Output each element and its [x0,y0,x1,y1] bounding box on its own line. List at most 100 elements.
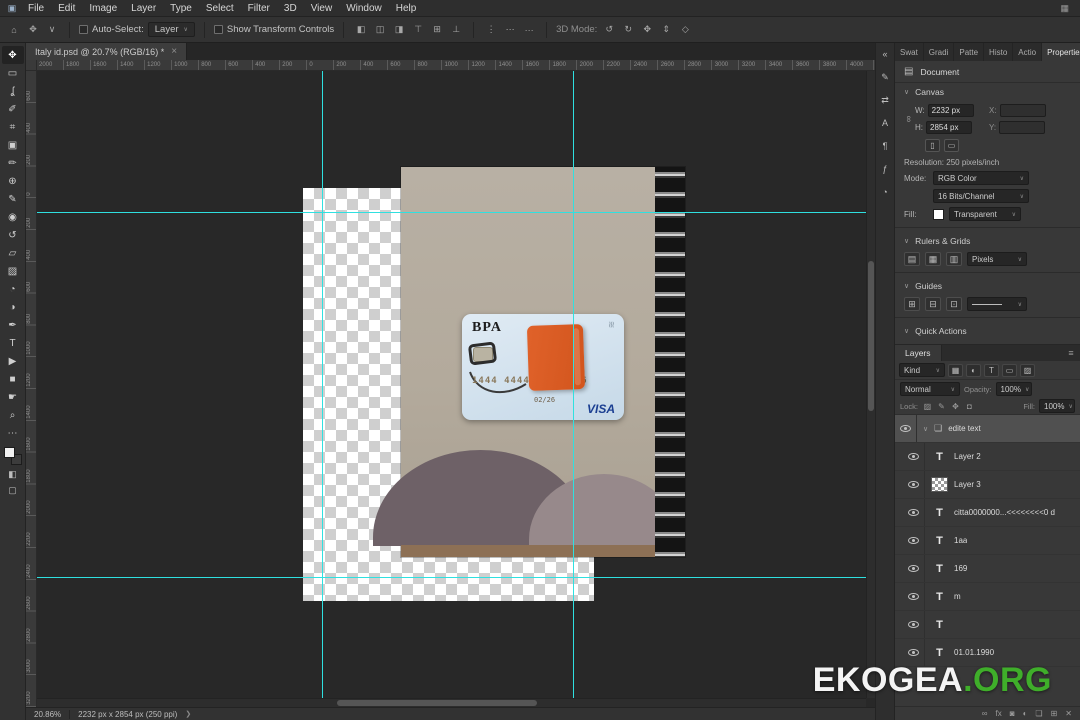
layer-row[interactable]: T [895,611,1080,639]
align-left-icon[interactable]: ◧ [353,24,369,35]
3d-roll-icon[interactable]: ↻ [620,24,636,35]
x-input[interactable] [999,104,1046,117]
healing-brush-tool[interactable]: ⊕ [2,172,24,190]
layer-row[interactable]: ∨ ❏ edite text [895,415,1080,443]
panel-tab-swat[interactable]: Swat [895,43,924,61]
lasso-tool[interactable]: ʆ [2,82,24,100]
screen-mode-button[interactable]: ▢ [2,482,24,498]
menu-file[interactable]: File [21,0,51,17]
quick-actions-section-header[interactable]: ∨ Quick Actions [895,322,1080,340]
menu-select[interactable]: Select [199,0,241,17]
toggle-rulers-icon[interactable]: ▤ [904,252,920,266]
edit-toolbar-icon[interactable]: ⋯ [2,424,24,442]
panel-tab-patte[interactable]: Patte [954,43,985,61]
visibility-toggle[interactable] [903,499,925,526]
character-panel-icon[interactable]: A [877,116,893,130]
expand-panels-icon[interactable]: « [877,47,893,61]
auto-select-target-dropdown[interactable]: Layer ∨ [147,22,195,37]
color-mode-select[interactable]: RGB Color ∨ [933,171,1029,185]
lock-all-icon[interactable]: ◘ [964,402,975,411]
panel-tab-properties[interactable]: Properties [1042,43,1080,61]
fill-swatch[interactable] [933,208,944,220]
filter-pixel-icon[interactable]: ▦ [948,363,963,377]
color-swatches[interactable] [3,446,23,466]
hand-tool[interactable]: ☛ [2,388,24,406]
visibility-toggle[interactable] [903,611,925,638]
opacity-select[interactable]: 100% ∨ [995,382,1032,396]
new-layer-icon[interactable]: ⊞ [1051,709,1058,718]
layer-row[interactable]: Tcitta0000000...<<<<<<<<0 d [895,499,1080,527]
tab-layers[interactable]: Layers [895,345,942,361]
paragraph-panel-icon[interactable]: ¶ [877,139,893,153]
clone-source-icon[interactable]: ⇄ [877,93,893,107]
link-layers-icon[interactable]: ∞ [982,709,988,718]
layer-row[interactable]: Layer 3 [895,471,1080,499]
kind-filter-select[interactable]: Kind ∨ [899,363,945,377]
align-center-v-icon[interactable]: ⊞ [429,24,445,35]
layer-row[interactable]: T Layer 2 [895,443,1080,471]
layer-row[interactable]: T 1aa [895,527,1080,555]
home-icon[interactable]: ⌂ [6,25,22,35]
3d-slide-icon[interactable]: ⇕ [658,24,674,35]
align-top-icon[interactable]: ⊤ [410,24,426,35]
guide-horizontal-2[interactable] [37,577,875,578]
toggle-snap-icon[interactable]: ▥ [946,252,962,266]
menu-image[interactable]: Image [82,0,124,17]
zoom-tool[interactable]: ⌕ [2,406,24,424]
panel-tab-gradi[interactable]: Gradi [924,43,955,61]
link-dimensions-icon[interactable]: ∞ [904,113,914,125]
adjustments-icon[interactable]: ✎ [877,70,893,84]
panel-tab-histo[interactable]: Histo [984,43,1014,61]
align-bottom-icon[interactable]: ⊥ [448,24,464,35]
menu-window[interactable]: Window [339,0,389,17]
portrait-orientation-button[interactable]: ▯ [925,139,940,152]
guide-vertical-2[interactable] [573,71,574,707]
scrollbar-thumb[interactable] [868,261,874,411]
more-options-icon[interactable]: ··· [521,25,537,35]
panel-tab-actio[interactable]: Actio [1013,43,1043,61]
marquee-tool[interactable]: ▭ [2,64,24,82]
layer-mask-icon[interactable]: ◙ [1010,709,1015,718]
blend-mode-select[interactable]: Normal ∨ [900,382,960,396]
frame-tool[interactable]: ▣ [2,136,24,154]
height-input[interactable]: 2854 px [926,121,972,134]
type-tool[interactable]: T [2,334,24,352]
glyphs-panel-icon[interactable]: ƒ [877,162,893,176]
units-select[interactable]: Pixels ∨ [967,252,1027,266]
guide-vertical-1[interactable] [322,71,323,707]
credit-card[interactable]: BPA ≋ 1444 4444 7235 456 02/26 V [462,314,624,420]
lock-guides-icon[interactable]: ⊟ [925,297,941,311]
notebook-photo-layer[interactable]: BPA ≋ 1444 4444 7235 456 02/26 V [373,167,685,557]
eyedropper-tool[interactable]: ✏ [2,154,24,172]
menu-type[interactable]: Type [163,0,199,17]
panel-menu-icon[interactable]: ≡ [1062,345,1080,361]
ruler-horizontal[interactable]: 2000 1800 1600 1400 1200 1000 800 600 400 200 0 200… [37,60,875,71]
visibility-toggle[interactable] [903,471,925,498]
pen-tool[interactable]: ✒ [2,316,24,334]
layer-row[interactable]: T 169 [895,555,1080,583]
toggle-grid-icon[interactable]: ▦ [925,252,941,266]
chevron-down-icon[interactable]: ∨ [923,425,928,433]
filter-smart-icon[interactable]: ▨ [1020,363,1035,377]
toggle-guides-icon[interactable]: ⊞ [904,297,920,311]
guides-section-header[interactable]: ∨ Guides [895,277,1080,295]
canvas-section-header[interactable]: ∨ Canvas [895,83,1080,101]
lock-transparency-icon[interactable]: ▨ [922,402,933,411]
eraser-tool[interactable]: ▱ [2,244,24,262]
width-input[interactable]: 2232 px [927,104,974,117]
menu-edit[interactable]: Edit [51,0,82,17]
filter-type-icon[interactable]: T [984,363,999,377]
path-select-tool[interactable]: ▶ [2,352,24,370]
close-icon[interactable]: × [171,46,177,57]
foreground-color-swatch[interactable] [3,447,15,458]
dodge-tool[interactable]: ◑ [2,298,24,316]
history-brush-tool[interactable]: ↺ [2,226,24,244]
menu-help[interactable]: Help [389,0,424,17]
bit-depth-select[interactable]: 16 Bits/Channel ∨ [933,189,1029,203]
chevron-right-icon[interactable]: ❯ [185,710,191,718]
menu-layer[interactable]: Layer [124,0,163,17]
chevron-down-icon[interactable]: ∨ [44,24,60,35]
quick-mask-button[interactable]: ◧ [2,466,24,482]
brush-tool[interactable]: ✎ [2,190,24,208]
filter-shape-icon[interactable]: ▭ [1002,363,1017,377]
